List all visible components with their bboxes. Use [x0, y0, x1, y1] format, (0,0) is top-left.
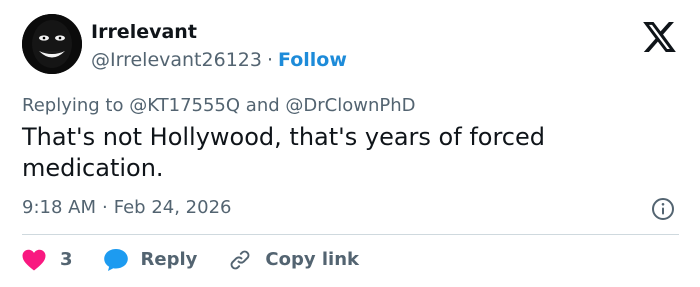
like-button[interactable]: 3 [22, 248, 73, 272]
tweet-meta: 9:18 AM · Feb 24, 2026 [22, 196, 231, 220]
handle-separator: · [266, 49, 274, 71]
copy-link-label: Copy link [265, 249, 359, 270]
x-logo-glyph [643, 22, 676, 52]
author-handle-row: @Irrelevant26123 · Follow [91, 48, 347, 72]
info-icon[interactable] [651, 197, 675, 221]
tweet-text: That's not Hollywood, that's years of fo… [22, 123, 545, 182]
author-name[interactable]: Irrelevant [91, 20, 197, 44]
heart-icon [22, 249, 46, 271]
author-handle[interactable]: @Irrelevant26123 [91, 49, 262, 71]
link-icon [231, 250, 250, 270]
mention-link-1[interactable]: @KT17555Q [129, 95, 240, 116]
action-bar: 3 Reply Copy link [22, 246, 359, 274]
info-glyph [652, 198, 674, 220]
like-count: 3 [60, 249, 73, 270]
reply-button[interactable]: Reply [103, 248, 198, 272]
replying-conjunction: and [245, 95, 280, 116]
follow-button[interactable]: Follow [278, 49, 347, 71]
avatar-image [22, 14, 82, 74]
tweet-time[interactable]: 9:18 AM [22, 197, 96, 218]
speech-bubble-icon [103, 249, 128, 271]
replying-to-line: Replying to @KT17555Q and @DrClownPhD [22, 94, 416, 118]
x-logo-icon[interactable] [643, 22, 676, 52]
meta-separator: · [102, 197, 108, 218]
avatar[interactable] [22, 14, 82, 74]
reply-label: Reply [140, 249, 198, 270]
replying-prefix: Replying to [22, 95, 124, 116]
divider [22, 234, 679, 235]
tweet-date[interactable]: Feb 24, 2026 [114, 197, 232, 218]
tweet-card: Irrelevant @Irrelevant26123 · Follow Reply… [0, 0, 700, 287]
mention-link-2[interactable]: @DrClownPhD [285, 95, 415, 116]
copy-link-button[interactable]: Copy link [227, 247, 359, 273]
